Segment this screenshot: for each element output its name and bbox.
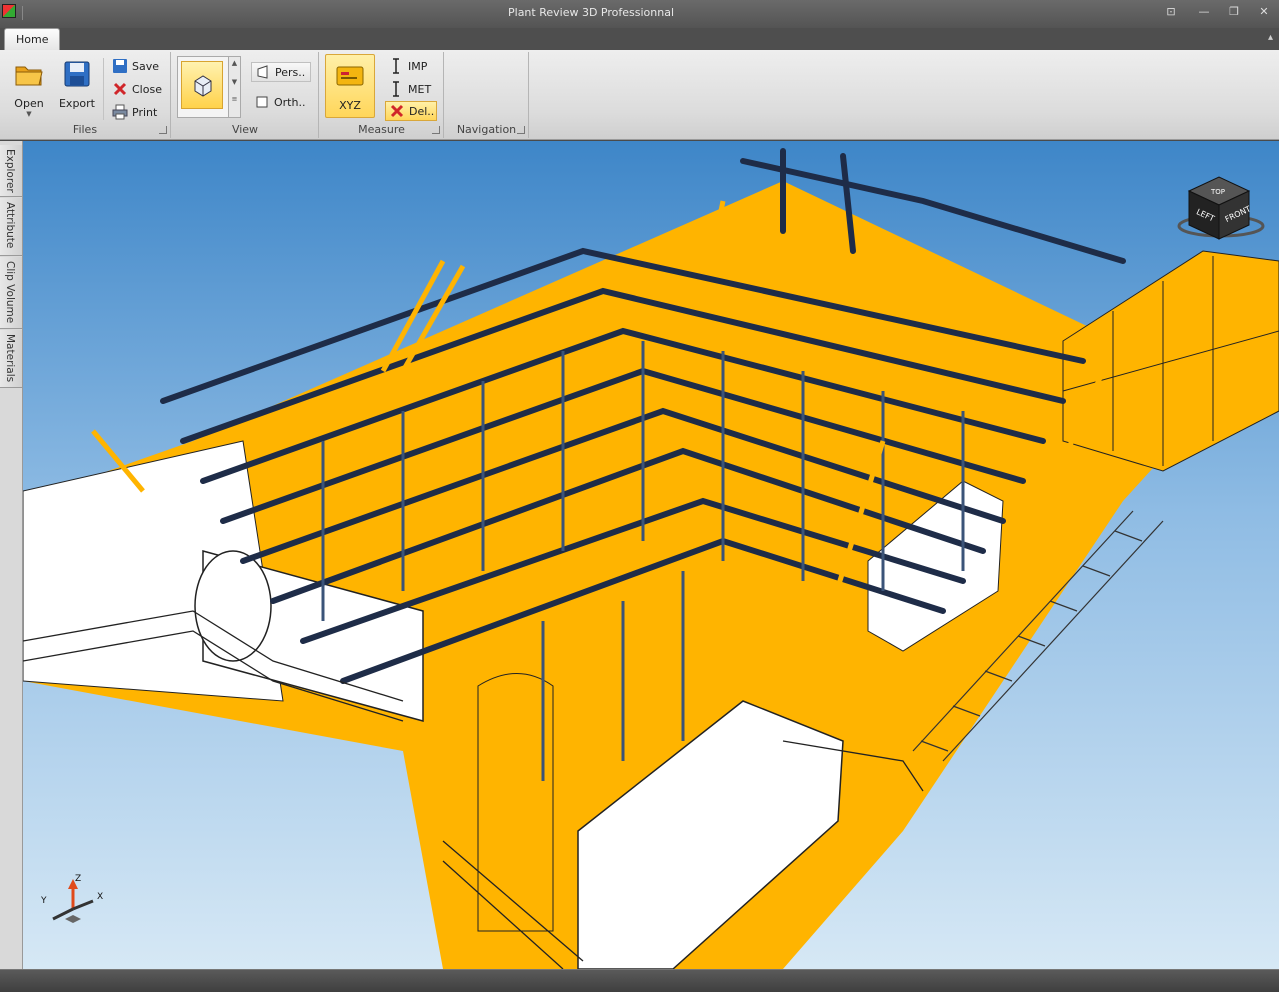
ruler-icon bbox=[393, 58, 399, 74]
ruler-icon bbox=[393, 81, 399, 97]
files-launcher-icon[interactable] bbox=[159, 126, 167, 134]
ribbon-tab-strip: Home ▴ bbox=[0, 28, 1279, 50]
floppy-disk-icon bbox=[64, 61, 90, 87]
view-cube[interactable]: LEFT FRONT TOP bbox=[1177, 176, 1265, 240]
view-group-label: View bbox=[231, 123, 259, 136]
delete-measure-label: Del.. bbox=[409, 104, 435, 118]
fullscreen-button[interactable]: ⊡ bbox=[1163, 5, 1179, 19]
group-view: ▲ ▼ ≡ Pers.. Orth.. View bbox=[172, 52, 319, 138]
orthographic-button[interactable]: Orth.. bbox=[254, 92, 305, 112]
print-button[interactable]: Print bbox=[112, 102, 157, 122]
perspective-label: Pers.. bbox=[275, 65, 306, 79]
folder-icon bbox=[15, 66, 43, 86]
maximize-button[interactable]: ❐ bbox=[1226, 5, 1242, 19]
scroll-down-icon[interactable]: ▼ bbox=[229, 78, 240, 86]
close-button[interactable]: Close bbox=[112, 79, 162, 99]
measure-group-label: Measure bbox=[358, 123, 405, 136]
open-button[interactable]: Open ▼ bbox=[8, 58, 50, 118]
xyz-label: XYZ bbox=[339, 99, 361, 112]
met-button[interactable]: MET bbox=[388, 79, 431, 99]
export-label: Export bbox=[58, 97, 95, 110]
side-tab-attribute[interactable]: Attribute bbox=[0, 198, 22, 256]
side-tab-clip-volume[interactable]: Clip Volume bbox=[0, 257, 22, 329]
orthographic-label: Orth.. bbox=[274, 95, 306, 109]
printer-icon bbox=[112, 104, 128, 120]
close-label: Close bbox=[132, 82, 162, 96]
red-x-icon bbox=[390, 104, 404, 118]
axis-x-label: X bbox=[97, 892, 103, 902]
plant-model-render: LEFT FRONT TOP Z Y X bbox=[23, 148, 1279, 969]
save-label: Save bbox=[132, 59, 160, 73]
side-panel-tabs: Explorer Attribute Clip Volume Materials bbox=[0, 141, 23, 969]
view-gallery[interactable] bbox=[177, 56, 229, 118]
measure-launcher-icon[interactable] bbox=[432, 126, 440, 134]
ribbon-collapse-icon[interactable]: ▴ bbox=[1268, 32, 1273, 43]
group-files: Open ▼ Export Save Close Print Files bbox=[0, 52, 171, 138]
measure-coordinate-icon bbox=[336, 66, 364, 86]
view-gallery-selected[interactable] bbox=[181, 61, 223, 109]
tab-home[interactable]: Home bbox=[4, 28, 61, 50]
close-window-button[interactable]: ✕ bbox=[1256, 5, 1272, 19]
tank-end bbox=[194, 550, 272, 662]
met-label: MET bbox=[408, 82, 432, 96]
side-tab-explorer[interactable]: Explorer bbox=[0, 145, 22, 197]
cube-view-icon bbox=[194, 75, 212, 97]
perspective-button[interactable]: Pers.. bbox=[251, 62, 311, 82]
group-navigation: Navigation bbox=[445, 52, 529, 138]
imp-button[interactable]: IMP bbox=[388, 56, 427, 76]
axis-triad: Z Y X bbox=[40, 874, 103, 923]
window-title: Plant Review 3D Professionnal bbox=[508, 6, 674, 19]
side-tab-materials[interactable]: Materials bbox=[0, 330, 22, 388]
open-dropdown-icon[interactable]: ▼ bbox=[8, 110, 50, 118]
view-cube-top-label: TOP bbox=[1210, 188, 1225, 196]
axis-y-label: Y bbox=[40, 896, 47, 906]
open-label: Open bbox=[14, 97, 44, 110]
title-bar: Plant Review 3D Professionnal ⊡ — ❐ ✕ bbox=[0, 0, 1279, 28]
delete-measure-button[interactable]: Del.. bbox=[385, 101, 437, 121]
files-group-label: Files bbox=[72, 123, 98, 136]
scroll-up-icon[interactable]: ▲ bbox=[229, 59, 240, 67]
group-measure: XYZ IMP MET Del.. Measure bbox=[320, 52, 444, 138]
files-divider bbox=[103, 58, 104, 120]
xyz-button[interactable]: XYZ bbox=[325, 54, 375, 118]
red-x-icon bbox=[113, 82, 127, 96]
minimize-button[interactable]: — bbox=[1196, 5, 1212, 19]
axis-z-label: Z bbox=[75, 874, 81, 884]
view-gallery-scroll[interactable]: ▲ ▼ ≡ bbox=[229, 56, 241, 118]
save-button[interactable]: Save bbox=[112, 56, 159, 76]
ribbon: Open ▼ Export Save Close Print Files ▲ ▼… bbox=[0, 50, 1279, 140]
save-icon bbox=[113, 59, 127, 73]
export-button[interactable]: Export bbox=[56, 58, 98, 110]
gallery-expand-icon[interactable]: ≡ bbox=[229, 95, 240, 103]
orthographic-icon bbox=[256, 96, 268, 108]
status-bar bbox=[0, 969, 1279, 992]
perspective-icon bbox=[257, 65, 268, 79]
navigation-launcher-icon[interactable] bbox=[517, 126, 525, 134]
navigation-group-label: Navigation bbox=[456, 123, 517, 136]
imp-label: IMP bbox=[408, 59, 428, 73]
print-label: Print bbox=[132, 105, 158, 119]
3d-viewport[interactable]: LEFT FRONT TOP Z Y X bbox=[23, 141, 1279, 969]
